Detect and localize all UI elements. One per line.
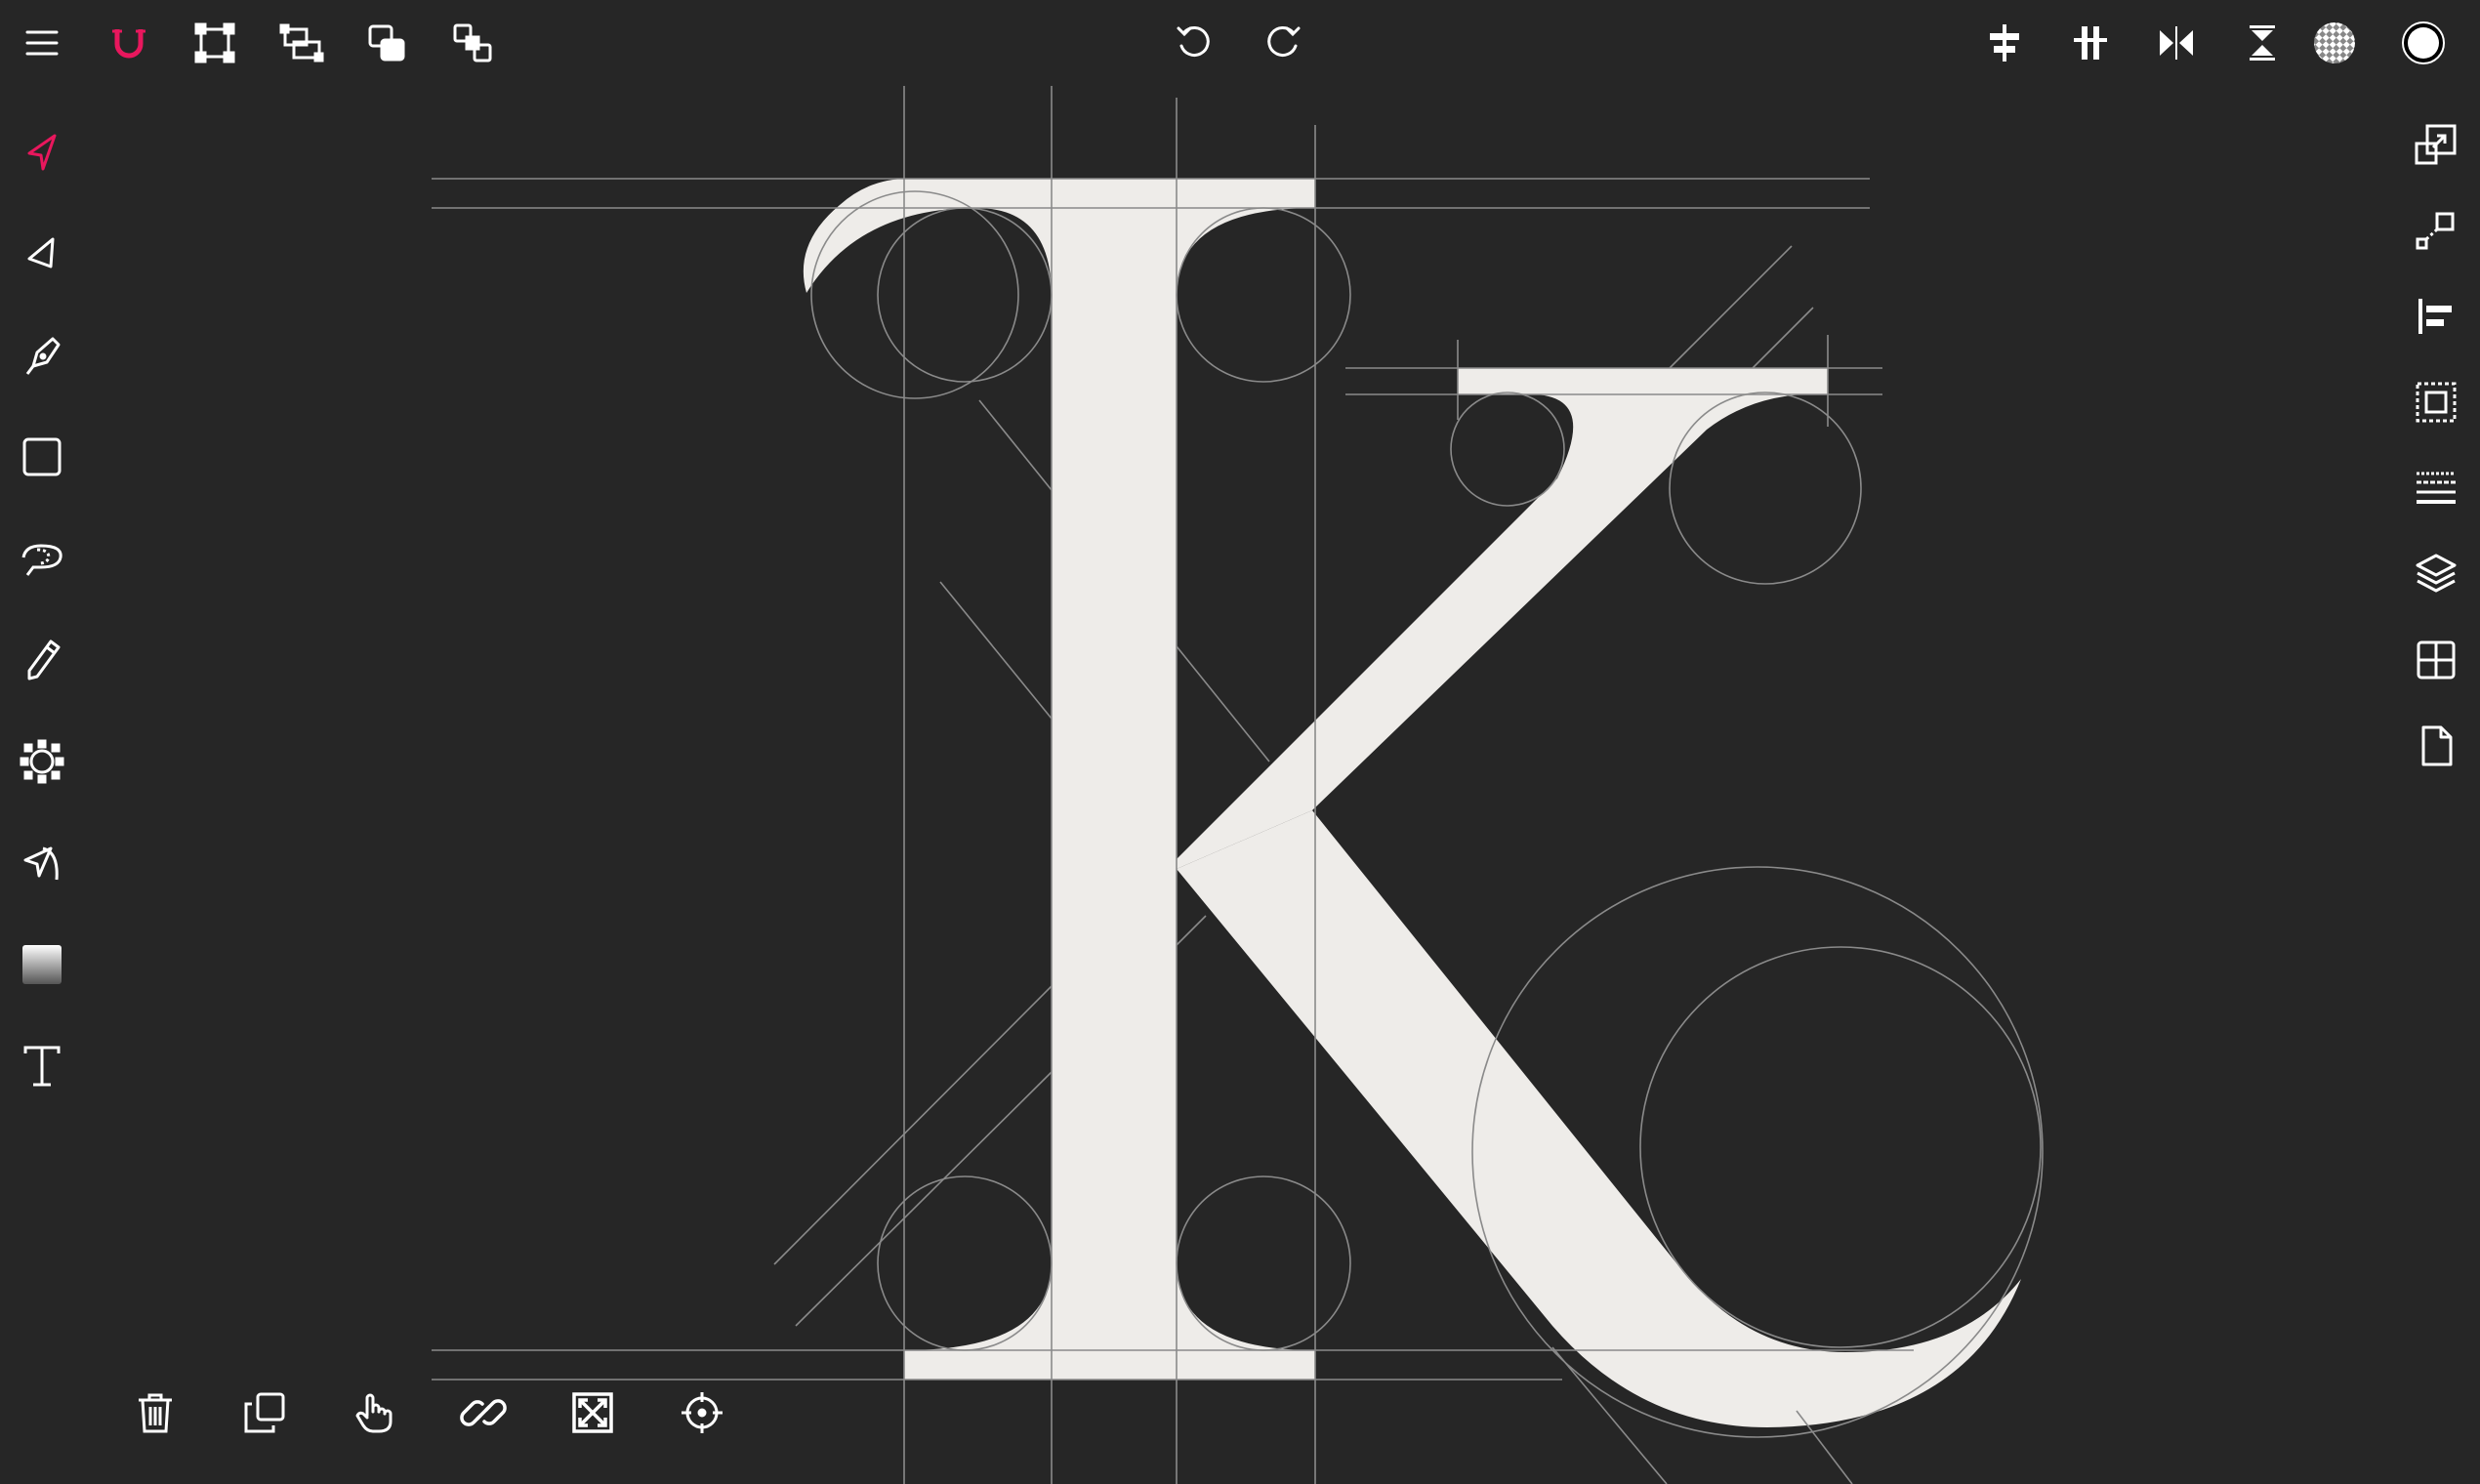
bring-forward-button[interactable] [352, 9, 421, 77]
drawing-canvas[interactable] [0, 0, 2480, 1484]
curve-tool-button[interactable] [8, 829, 76, 897]
bounding-box-panel-button[interactable] [2402, 368, 2470, 436]
curve-tool-icon [23, 846, 59, 881]
pen-tool-icon [25, 337, 61, 375]
hand-pan-button[interactable] [340, 1379, 408, 1447]
lasso-tool-icon [21, 544, 62, 576]
snap-toggle-button[interactable] [95, 9, 163, 77]
glyph-k[interactable] [803, 179, 2021, 1427]
text-tool-icon [23, 1046, 61, 1087]
lasso-tool-button[interactable] [8, 524, 76, 593]
redo-button[interactable] [1248, 9, 1316, 77]
distribute-button[interactable] [2056, 9, 2125, 77]
glyph-k-upper-arm[interactable] [1177, 368, 1828, 869]
duplicate-icon [244, 1392, 285, 1433]
scale-panel-button[interactable] [2402, 110, 2470, 179]
align-panel-icon [2418, 299, 2452, 334]
rectangle-tool-button[interactable] [8, 423, 76, 491]
position-panel-button[interactable] [2402, 196, 2470, 265]
pencil-tool-icon [27, 639, 61, 680]
bounding-box-panel-icon [2416, 382, 2457, 423]
glyph-k-leg[interactable] [1177, 810, 2021, 1427]
transform-button[interactable] [181, 9, 249, 77]
align-center-button[interactable] [1970, 9, 2039, 77]
scale-panel-icon [2415, 124, 2457, 165]
direct-select-tool-button[interactable] [8, 220, 76, 288]
duplicate-button[interactable] [230, 1379, 299, 1447]
crosshair-center-icon [682, 1392, 723, 1433]
flip-vertical-button[interactable] [2228, 9, 2296, 77]
pattern-fill-swatch [2314, 22, 2355, 63]
text-tool-button[interactable] [8, 1032, 76, 1100]
document-panel-button[interactable] [2402, 712, 2470, 780]
center-view-button[interactable] [668, 1379, 736, 1447]
align-distribute-icon [2074, 26, 2107, 60]
bring-forward-icon [368, 24, 405, 62]
undo-icon [1177, 26, 1210, 57]
transform-icon [194, 22, 235, 63]
hand-pan-icon [355, 1393, 393, 1433]
direct-select-tool-icon [27, 237, 55, 268]
flip-vertical-icon [2250, 25, 2275, 61]
resize-icon [279, 23, 324, 62]
link-icon [460, 1399, 507, 1426]
construction-guides [432, 86, 2044, 1484]
select-tool-button[interactable] [8, 118, 76, 186]
delete-button[interactable] [121, 1379, 189, 1447]
resize-button[interactable] [267, 9, 335, 77]
link-button[interactable] [449, 1379, 517, 1447]
grid-panel-button[interactable] [2402, 626, 2470, 694]
grid-panel-icon [2417, 640, 2456, 680]
flip-horizontal-icon [2160, 26, 2193, 60]
fit-to-screen-button[interactable] [558, 1379, 627, 1447]
menu-button[interactable] [8, 9, 76, 77]
gradient-tool-icon [22, 945, 62, 984]
align-panel-button[interactable] [2402, 282, 2470, 350]
gear-shape-tool-button[interactable] [8, 727, 76, 796]
pencil-tool-button[interactable] [8, 626, 76, 694]
color-swatch [2402, 21, 2445, 64]
glyph-k-stem[interactable] [803, 179, 1315, 1380]
hatch-lines-panel-button[interactable] [2402, 454, 2470, 522]
document-panel-icon [2421, 725, 2453, 766]
align-horizontal-center-icon [1990, 24, 2019, 62]
gradient-tool-button[interactable] [8, 930, 76, 999]
flip-horizontal-button[interactable] [2142, 9, 2211, 77]
rectangle-tool-icon [22, 437, 62, 476]
select-tool-icon [27, 134, 57, 171]
position-panel-icon [2416, 212, 2455, 250]
layers-panel-button[interactable] [2402, 540, 2470, 608]
pen-tool-button[interactable] [8, 321, 76, 390]
menu-icon [25, 30, 59, 56]
hatch-lines-panel-icon [2417, 472, 2456, 504]
undo-button[interactable] [1161, 9, 1229, 77]
arrange-button[interactable] [438, 9, 507, 77]
redo-icon [1267, 26, 1301, 57]
magnet-snap-icon [112, 29, 145, 59]
gear-shape-tool-icon [20, 739, 64, 784]
layers-panel-icon [2416, 554, 2457, 593]
trash-icon [139, 1393, 172, 1433]
color-swatch-button[interactable] [2389, 9, 2458, 77]
pattern-fill-button[interactable] [2300, 9, 2369, 77]
arrange-icon [453, 23, 492, 62]
vector-editor-app [0, 0, 2480, 1484]
fit-to-screen-icon [572, 1392, 613, 1433]
